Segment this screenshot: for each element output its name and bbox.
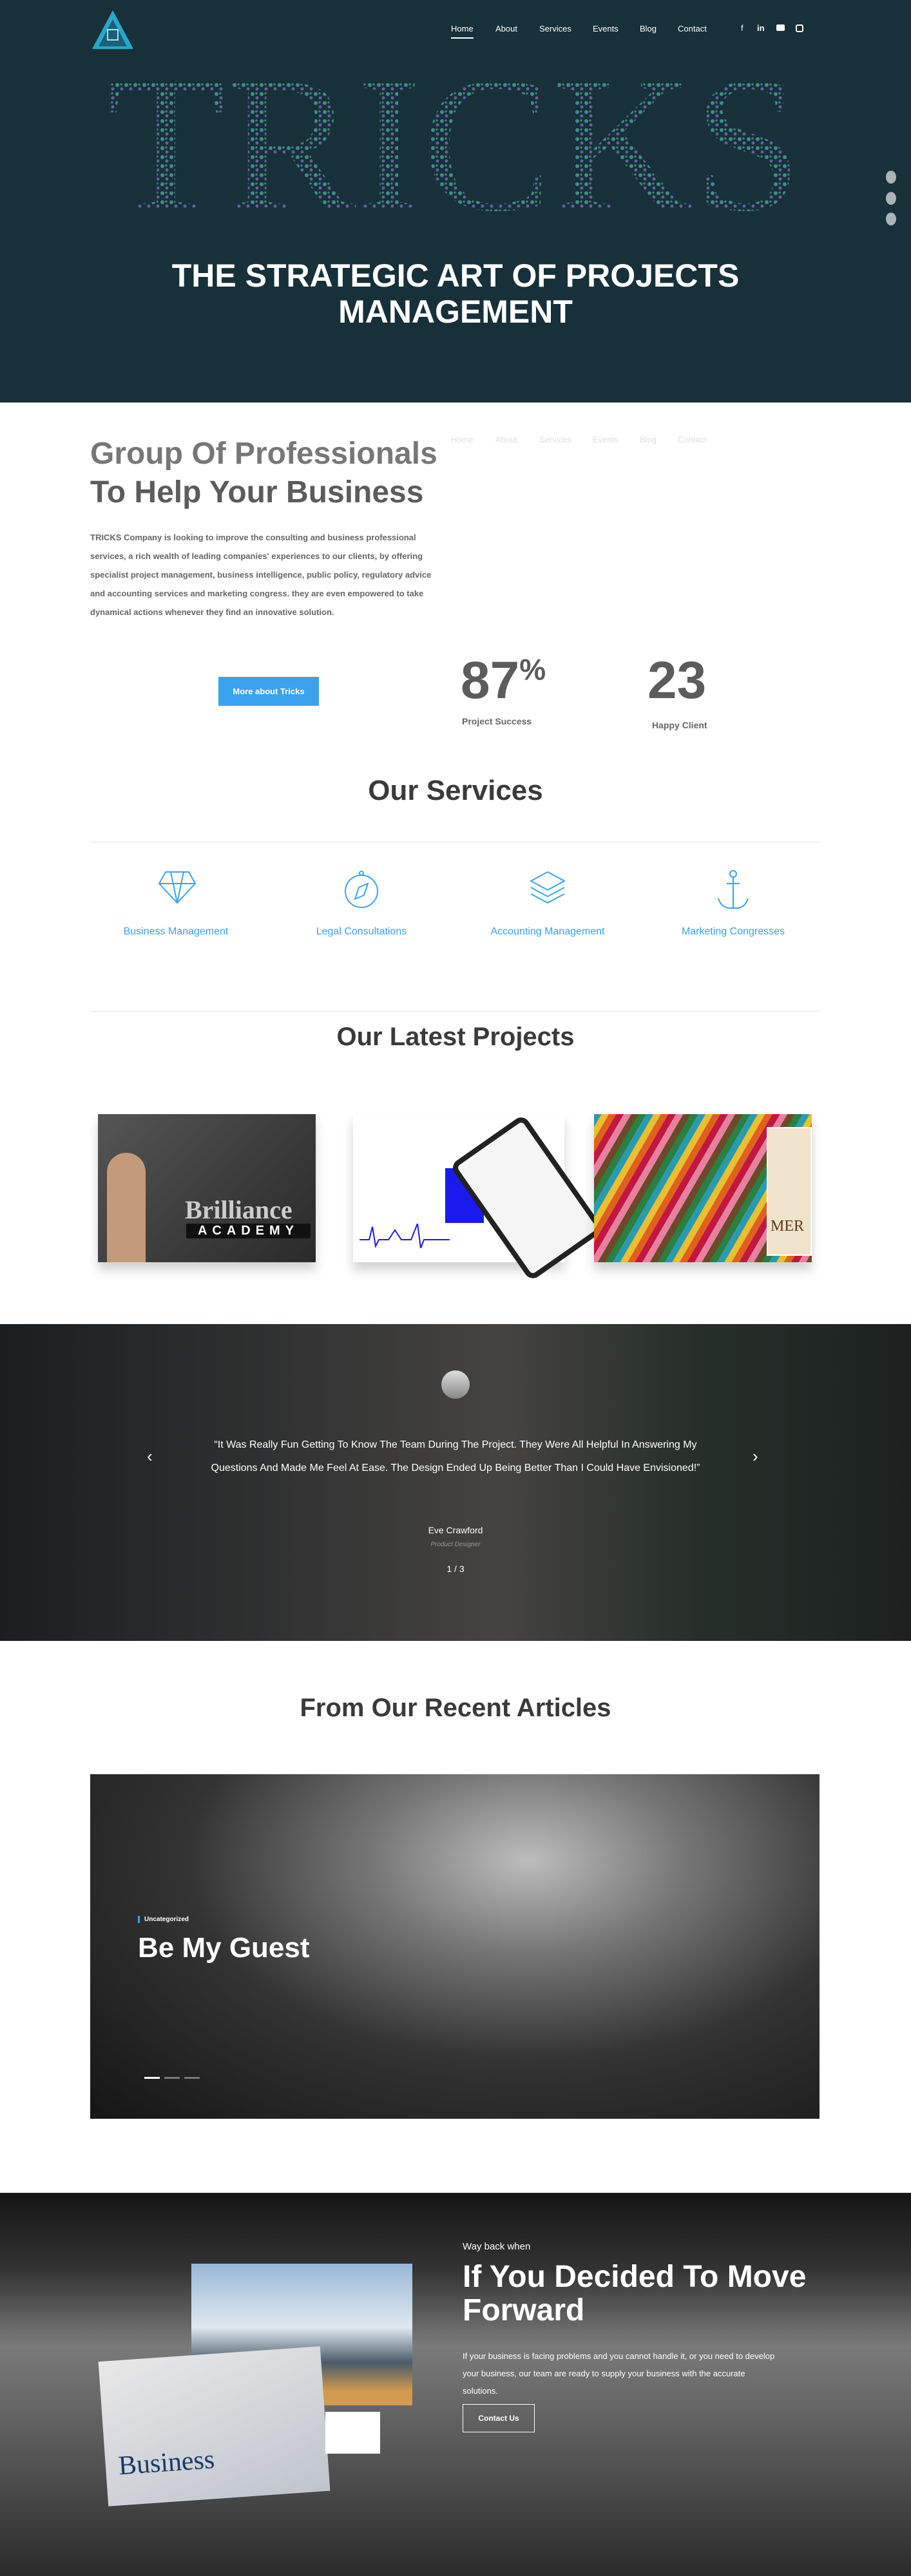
tricks-particle-logo: TRICKS (106, 64, 802, 219)
services-title: Our Services (368, 775, 543, 806)
about-text: TRICKS Company is looking to improve the… (90, 533, 432, 617)
nav-contact[interactable]: Contact (678, 24, 707, 33)
service-business-management[interactable]: Business Management (86, 926, 266, 938)
facebook-icon[interactable]: f (741, 23, 743, 33)
projects-title: Our Latest Projects (336, 1023, 575, 1051)
instagram-icon[interactable] (796, 24, 803, 32)
compass-icon (345, 871, 378, 908)
project-image (107, 1153, 146, 1262)
testimonial-role: Product Designer (430, 1541, 481, 1548)
diamond-icon (158, 871, 197, 904)
testimonial-quote: “It Was Really Fun Getting To Know The T… (211, 1439, 700, 1473)
nav-home[interactable]: Home (451, 435, 474, 444)
svg-text:TRICKS: TRICKS (106, 64, 802, 219)
stat-happy-client: 23 (647, 651, 707, 710)
project-logo: MER (767, 1127, 812, 1256)
slider-dot[interactable] (886, 213, 896, 225)
stat-label: Happy Client (652, 720, 707, 730)
service-legal-consultations[interactable]: Legal Consultations (271, 926, 452, 938)
stat-label: Project Success (462, 716, 532, 726)
nav-services[interactable]: Services (539, 435, 571, 444)
newspaper-image: Business (98, 2346, 331, 2506)
linkedin-icon[interactable]: in (757, 23, 765, 33)
slide-indicator[interactable] (164, 2077, 180, 2079)
divider (90, 1011, 820, 1012)
about-title: Group Of Professionals To Help Your Busin… (90, 437, 437, 509)
project-card-medical[interactable] (353, 1113, 605, 1282)
nav-about[interactable]: About (495, 435, 517, 444)
contact-us-button[interactable]: Contact Us (463, 2404, 535, 2432)
article-category[interactable]: Uncategorized (138, 1916, 189, 1923)
nav-contact[interactable]: Contact (678, 435, 707, 444)
article-title[interactable]: Be My Guest (138, 1932, 310, 1964)
nav-events[interactable]: Events (593, 24, 619, 33)
hero-title: THE STRATEGIC ART OF PROJECTS MANAGEMENT (171, 258, 740, 330)
stat-project-success: 87% (461, 651, 546, 710)
next-arrow-icon[interactable]: › (753, 1446, 758, 1466)
anchor-icon (718, 870, 749, 909)
testimonial-section: “It Was Really Fun Getting To Know The T… (0, 1324, 911, 1641)
project-brand: ACADEMY (186, 1224, 311, 1238)
youtube-icon[interactable] (776, 24, 785, 31)
nav-blog[interactable]: Blog (640, 435, 657, 444)
slide-indicator[interactable] (184, 2077, 200, 2079)
cta-kicker: Way back when (463, 2241, 531, 2252)
layers-icon (529, 871, 566, 904)
nav-home[interactable]: Home (451, 24, 474, 39)
project-card-textile[interactable]: MER (594, 1114, 812, 1262)
project-brand: Brilliance (185, 1195, 292, 1224)
nav-events[interactable]: Events (593, 435, 619, 444)
clipboard-image (449, 1113, 605, 1282)
nav-blog[interactable]: Blog (640, 24, 657, 33)
avatar (441, 1370, 470, 1399)
logo[interactable] (92, 10, 133, 49)
more-about-button[interactable]: More about Tricks (218, 677, 319, 706)
service-accounting-management[interactable]: Accounting Management (457, 926, 638, 938)
hero-section: Home About Services Events Blog Contact … (0, 0, 911, 402)
testimonial-name: Eve Crawford (428, 1525, 483, 1535)
cta-title: If You Decided To Move Forward (463, 2260, 807, 2327)
nav-about[interactable]: About (495, 24, 517, 33)
card-image (325, 2412, 380, 2454)
prev-arrow-icon[interactable]: ‹ (147, 1446, 153, 1466)
testimonial-counter: 1 / 3 (446, 1564, 465, 1574)
article-slide[interactable]: Uncategorized Be My Guest (90, 1774, 820, 2119)
articles-title: From Our Recent Articles (300, 1694, 611, 1722)
cta-text: If your business is facing problems and … (463, 2351, 775, 2396)
heartbeat-line (360, 1224, 450, 1249)
slider-dot[interactable] (886, 192, 896, 205)
project-card-brilliance[interactable]: Brilliance ACADEMY (98, 1114, 316, 1262)
nav-services[interactable]: Services (539, 24, 571, 33)
cta-section: Business Way back when If You Decided To… (0, 2193, 911, 2576)
service-marketing-congresses[interactable]: Marketing Congresses (643, 926, 823, 938)
slider-dot[interactable] (886, 171, 896, 184)
slide-indicator-active[interactable] (144, 2077, 160, 2079)
